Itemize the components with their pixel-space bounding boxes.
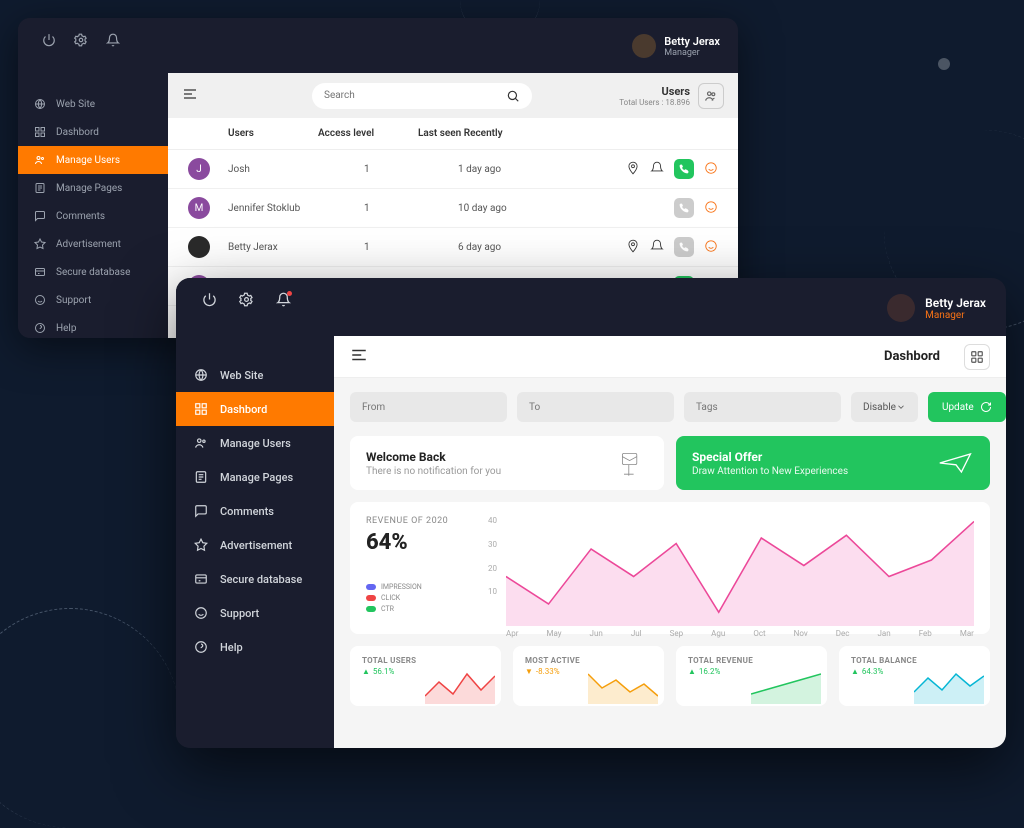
sidebar-item-manage-users[interactable]: Manage Users: [176, 426, 334, 460]
menu-icon[interactable]: [350, 346, 368, 368]
chart-title: REVENUE OF 2020: [366, 516, 486, 526]
sidebar-item-comments[interactable]: Comments: [176, 494, 334, 528]
paper-plane-icon: [938, 450, 974, 476]
location-icon[interactable]: [626, 239, 640, 256]
search-field[interactable]: [324, 90, 506, 101]
user-name: Betty Jerax: [664, 35, 720, 48]
top-icons: [202, 292, 291, 311]
user-role: Manager: [664, 48, 720, 58]
stat-card[interactable]: MOST ACTIVE▼-8.33%: [513, 646, 664, 706]
call-icon[interactable]: [674, 198, 694, 218]
table-row[interactable]: MJennifer Stoklub110 day ago: [168, 189, 738, 228]
avatar: [188, 236, 210, 258]
chart-legend: IMPRESSION CLICK CTR: [366, 583, 486, 613]
call-icon[interactable]: [674, 159, 694, 179]
search-input[interactable]: [312, 83, 532, 109]
sidebar-item-dashbord[interactable]: Dashbord: [18, 118, 168, 146]
power-icon[interactable]: [42, 32, 56, 51]
status-select[interactable]: Disable: [851, 392, 918, 422]
filter-bar: Disable Update: [334, 378, 1006, 436]
stat-cards: TOTAL USERS▲56.1%MOST ACTIVE▼-8.33%TOTAL…: [334, 646, 1006, 706]
bg-dotted: [0, 608, 180, 828]
sidebar-item-comments[interactable]: Comments: [18, 202, 168, 230]
mailbox-icon: [608, 448, 648, 478]
gear-icon[interactable]: [74, 32, 88, 51]
smile-icon[interactable]: [704, 239, 718, 256]
sidebar-item-support[interactable]: Support: [176, 596, 334, 630]
sidebar: Web SiteDashbordManage UsersManage Pages…: [176, 278, 334, 748]
legend-item: IMPRESSION: [366, 583, 486, 591]
content-header: Dashbord: [334, 336, 1006, 378]
table-header: Users Access level Last seen Recently: [168, 118, 738, 150]
bell-icon[interactable]: [650, 161, 664, 178]
table-row[interactable]: JJosh11 day ago: [168, 150, 738, 189]
sidebar-item-dashbord[interactable]: Dashbord: [176, 392, 334, 426]
page-title: Dashbord: [884, 349, 940, 364]
search-icon: [506, 89, 520, 103]
stat-card[interactable]: TOTAL REVENUE▲16.2%: [676, 646, 827, 706]
offer-card[interactable]: Special Offer Draw Attention to New Expe…: [676, 436, 990, 490]
revenue-chart-card: REVENUE OF 2020 64% IMPRESSION CLICK CTR 1…: [350, 502, 990, 634]
sidebar-item-web-site[interactable]: Web Site: [18, 90, 168, 118]
sidebar-item-web-site[interactable]: Web Site: [176, 358, 334, 392]
bg-dot: [938, 58, 950, 70]
chart-area: 10203040 AprMayJunJulSepAguOctNovDecJanF…: [506, 516, 974, 626]
dashboard-panel: Betty Jerax Manager Web SiteDashbordMana…: [176, 278, 1006, 748]
from-input[interactable]: [350, 392, 507, 422]
sidebar-item-help[interactable]: Help: [18, 314, 168, 338]
avatar: [887, 294, 915, 322]
stat-card[interactable]: TOTAL BALANCE▲64.3%: [839, 646, 990, 706]
table-row[interactable]: Betty Jerax16 day ago: [168, 228, 738, 267]
menu-icon[interactable]: [182, 86, 198, 106]
power-icon[interactable]: [202, 292, 217, 311]
smile-icon[interactable]: [704, 161, 718, 178]
sidebar-item-advertisement[interactable]: Advertisement: [176, 528, 334, 562]
chevron-down-icon: [896, 402, 906, 412]
stat-card[interactable]: TOTAL USERS▲56.1%: [350, 646, 501, 706]
legend-item: CLICK: [366, 594, 486, 602]
sidebar-item-support[interactable]: Support: [18, 286, 168, 314]
tags-input[interactable]: [684, 392, 841, 422]
sidebar-item-advertisement[interactable]: Advertisement: [18, 230, 168, 258]
content-header: Users Total Users : 18.896: [168, 73, 738, 118]
top-icons: [42, 32, 120, 51]
sidebar-item-manage-pages[interactable]: Manage Pages: [176, 460, 334, 494]
legend-item: CTR: [366, 605, 486, 613]
sidebar-item-secure-database[interactable]: Secure database: [176, 562, 334, 596]
sidebar-item-help[interactable]: Help: [176, 630, 334, 664]
location-icon[interactable]: [626, 161, 640, 178]
sidebar-item-manage-users[interactable]: Manage Users: [18, 146, 168, 174]
to-input[interactable]: [517, 392, 674, 422]
bell-icon[interactable]: [650, 239, 664, 256]
bell-icon[interactable]: [106, 32, 120, 51]
gear-icon[interactable]: [239, 292, 254, 311]
update-button[interactable]: Update: [928, 392, 1006, 422]
call-icon[interactable]: [674, 237, 694, 257]
info-cards: Welcome Back There is no notification fo…: [334, 436, 1006, 502]
users-count-badge: Users Total Users : 18.896: [619, 83, 724, 109]
avatar: J: [188, 158, 210, 180]
welcome-card: Welcome Back There is no notification fo…: [350, 436, 664, 490]
avatar: [632, 34, 656, 58]
users-icon: [698, 83, 724, 109]
user-badge[interactable]: Betty Jerax Manager: [632, 34, 720, 58]
grid-icon[interactable]: [964, 344, 990, 370]
smile-icon[interactable]: [704, 200, 718, 217]
user-badge[interactable]: Betty Jerax Manager: [887, 294, 986, 322]
refresh-icon: [980, 401, 992, 413]
main-content: Dashbord Disable Update Welcome Back The…: [334, 336, 1006, 748]
sidebar-item-manage-pages[interactable]: Manage Pages: [18, 174, 168, 202]
bell-icon[interactable]: [276, 292, 291, 311]
sidebar-item-secure-database[interactable]: Secure database: [18, 258, 168, 286]
avatar: M: [188, 197, 210, 219]
user-role: Manager: [925, 310, 986, 321]
chart-percent: 64%: [366, 530, 486, 555]
sidebar: Web SiteDashbordManage UsersManage Pages…: [18, 18, 168, 338]
user-name: Betty Jerax: [925, 296, 986, 310]
